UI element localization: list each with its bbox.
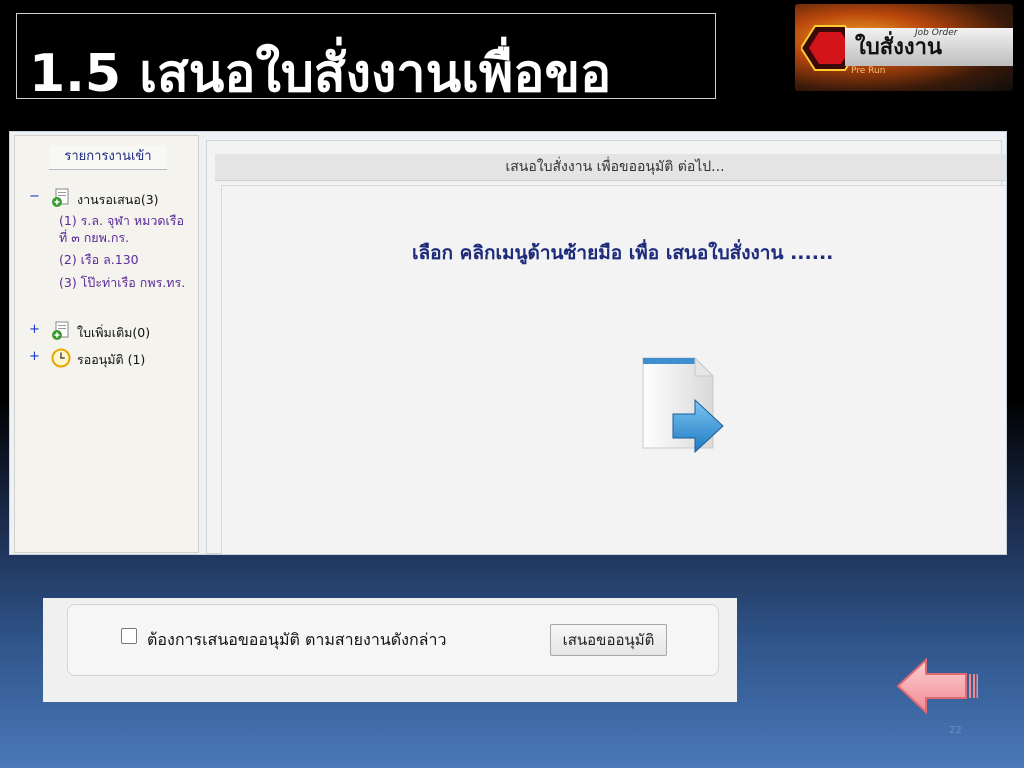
tree-node-label: งานรอเสนอ(3) — [77, 192, 159, 207]
main-content: เสนอใบสั่งงาน เพื่อขออนุมัติ ต่อไป... เล… — [206, 140, 1006, 554]
tree-node-awaiting-approval[interactable]: + รออนุมัติ (1) — [15, 348, 195, 369]
tree-node-label: รออนุมัติ (1) — [77, 352, 146, 367]
tree-child-item[interactable]: (1) ร.ล. จุฬา หมวดเรือที่ ๓ กยพ.กร. — [59, 212, 191, 246]
document-add-icon — [52, 321, 69, 340]
logo-subtitle: Job Order — [915, 28, 958, 38]
tree-node-label: ใบเพิ่มเติม(0) — [77, 325, 151, 340]
clock-icon — [51, 348, 71, 368]
submit-approval-button[interactable]: เสนอขออนุมัติ — [550, 624, 667, 656]
tree-node-pending[interactable]: − งานรอเสนอ(3) — [15, 188, 195, 209]
document-add-icon — [52, 188, 69, 207]
application-window: รายการงานเข้า − งานรอเสนอ(3) (1) ร.ล. จุ… — [9, 131, 1007, 555]
page-number: 22 — [949, 725, 962, 736]
sidebar: รายการงานเข้า − งานรอเสนอ(3) (1) ร.ล. จุ… — [14, 135, 199, 553]
collapse-toggle[interactable]: − — [29, 189, 40, 204]
submit-approval-checkbox[interactable] — [121, 628, 137, 644]
sidebar-header: รายการงานเข้า — [49, 145, 167, 170]
checkbox-label: ต้องการเสนอขออนุมัติ ตามสายงานดังกล่าว — [147, 630, 447, 649]
instruction-text: เลือก คลิกเมนูด้านซ้ายมือ เพื่อ เสนอใบสั… — [412, 242, 834, 264]
expand-toggle[interactable]: + — [29, 349, 40, 364]
tree-child-item[interactable]: (3) โป๊ะท่าเรือ กพร.ทร. — [59, 274, 191, 291]
content-panel: เลือก คลิกเมนูด้านซ้ายมือ เพื่อ เสนอใบสั… — [221, 185, 1006, 554]
expand-toggle[interactable]: + — [29, 322, 40, 337]
left-arrow-icon[interactable] — [896, 658, 980, 714]
tree-node-additional[interactable]: + ใบเพิ่มเติม(0) — [15, 321, 195, 342]
action-panel: ต้องการเสนอขออนุมัติ ตามสายงานดังกล่าว เ… — [67, 604, 719, 676]
slide-title-box: 1.5 เสนอใบสั่งงานเพื่อขออนุมัติ — [16, 13, 716, 196]
document-forward-icon — [642, 356, 724, 454]
action-bar: ต้องการเสนอขออนุมัติ ตามสายงานดังกล่าว เ… — [43, 598, 737, 702]
job-order-logo: ใบสั่งงาน Job Order Pre Run — [795, 4, 1013, 91]
tree-child-item[interactable]: (2) เรือ ล.130 — [59, 251, 191, 268]
logo-tagline: Pre Run — [851, 66, 886, 76]
content-header: เสนอใบสั่งงาน เพื่อขออนุมัติ ต่อไป... — [215, 154, 1006, 181]
